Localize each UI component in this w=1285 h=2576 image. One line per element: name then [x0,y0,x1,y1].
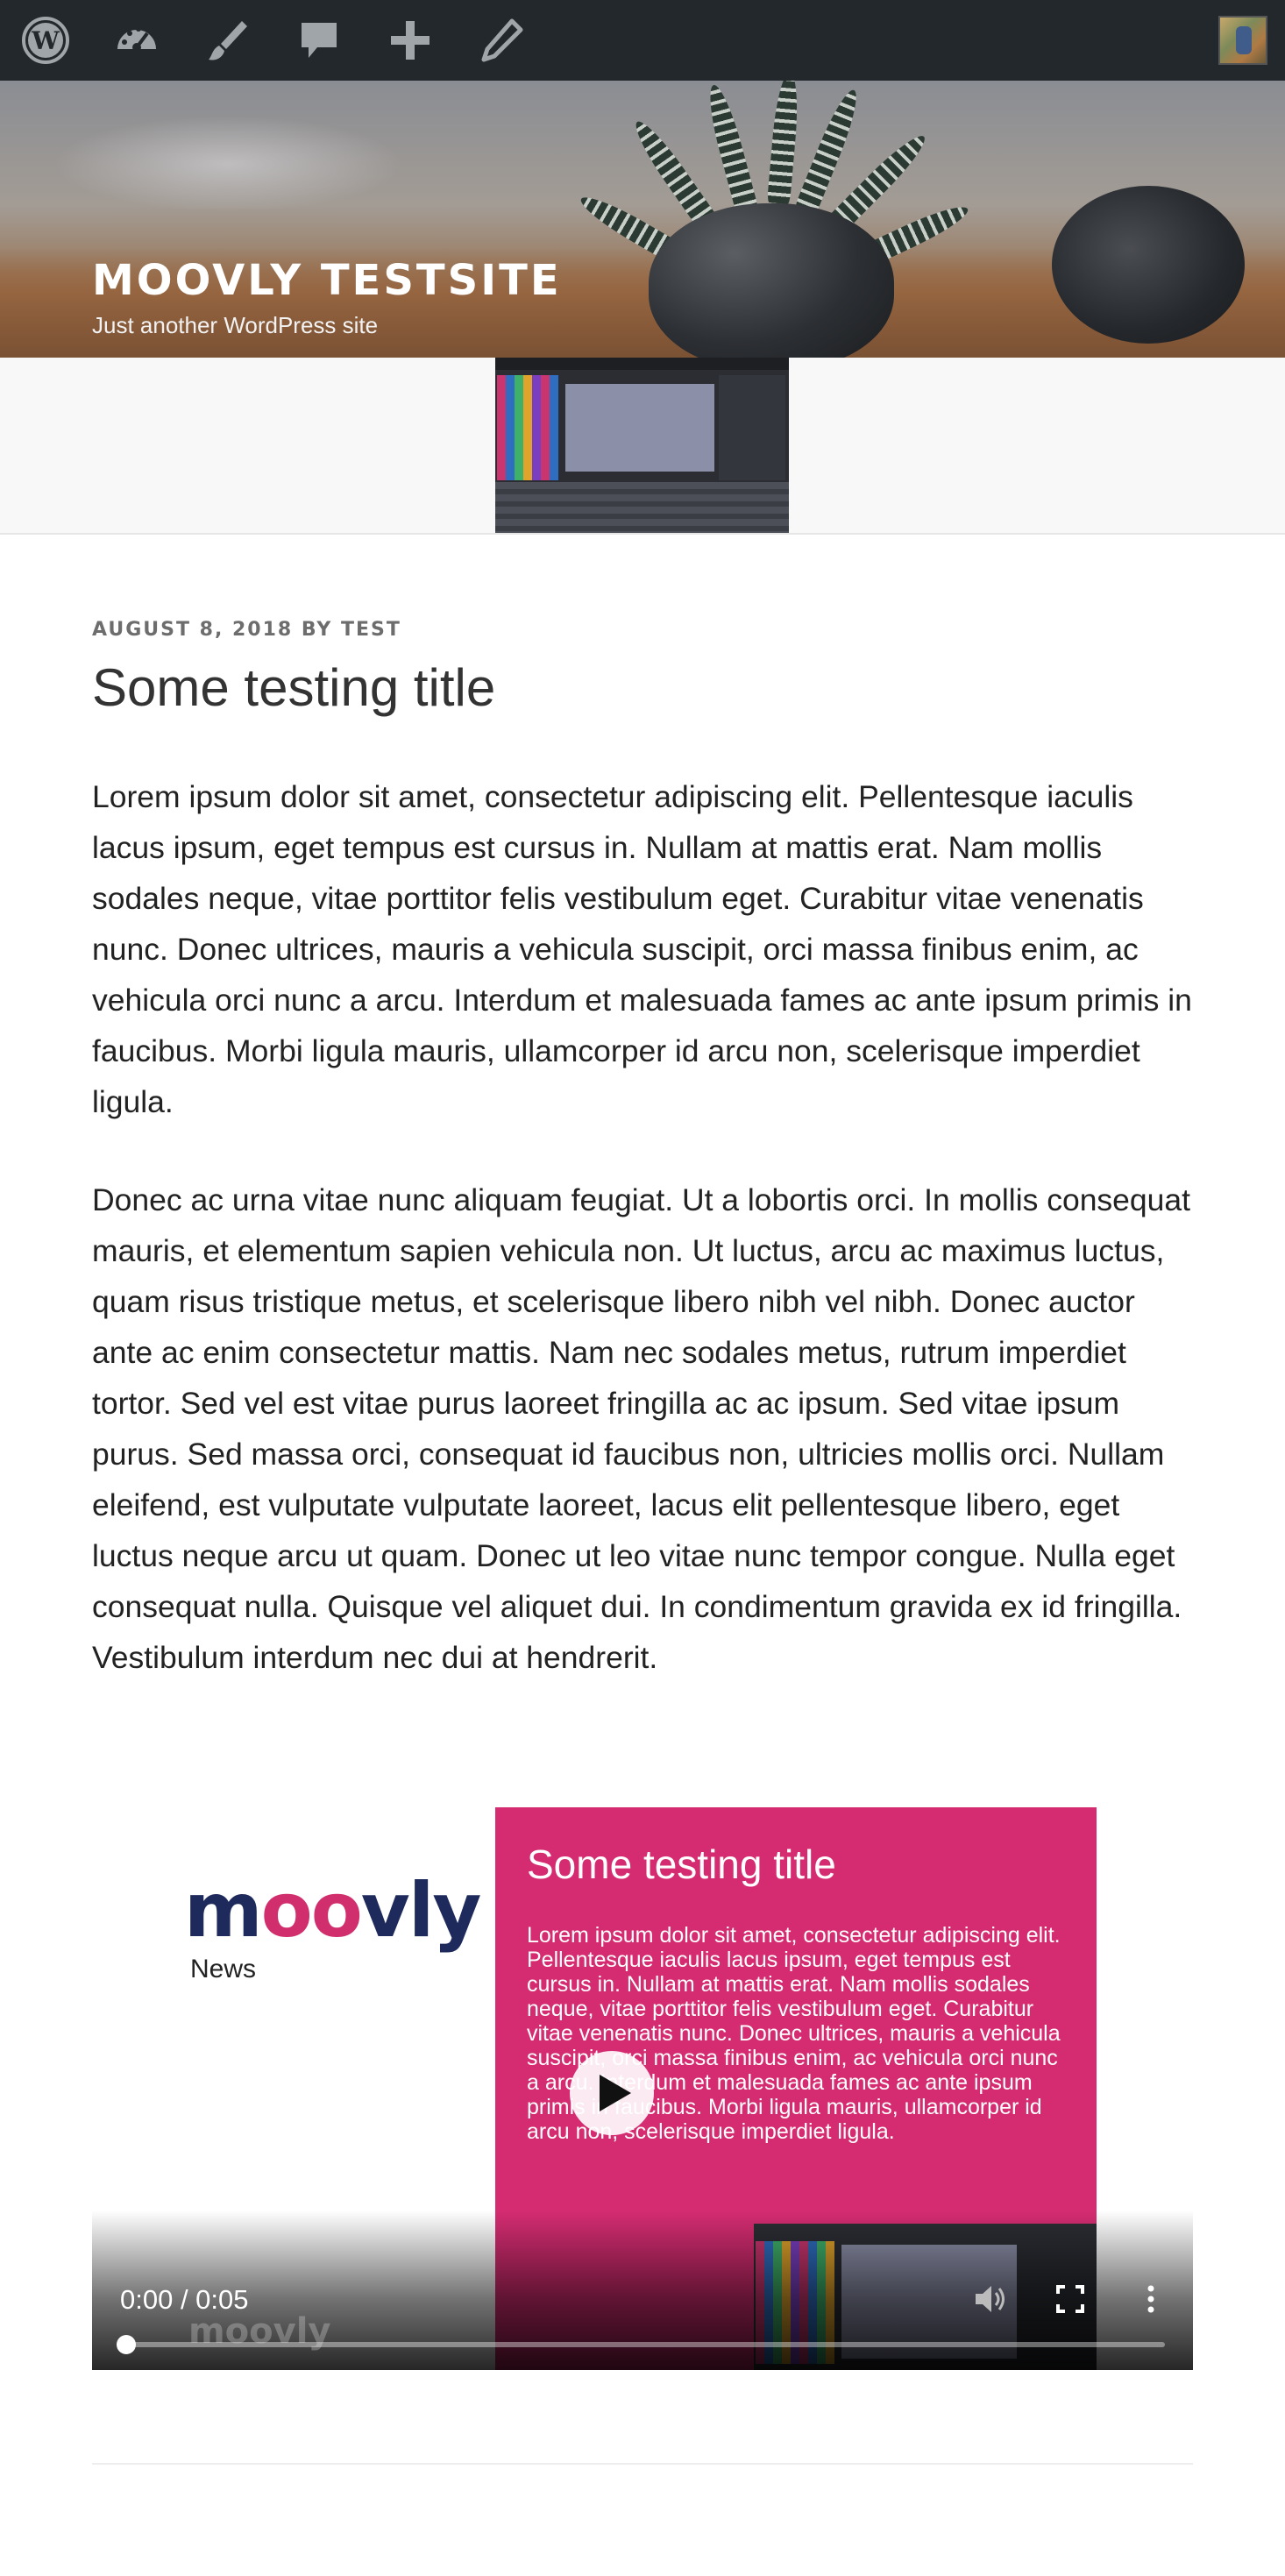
site-header: MOOVLY TESTSITE Just another WordPress s… [0,81,1285,358]
play-icon [600,2075,631,2111]
fullscreen-icon [1056,2285,1084,2313]
svg-text:W: W [31,26,60,55]
play-button[interactable] [570,2051,654,2135]
comments-button[interactable] [291,12,347,68]
featured-media [0,358,1285,535]
post-title: Some testing title [92,658,496,717]
featured-image-thumbnail[interactable] [495,358,789,533]
wordpress-logo-button[interactable]: W [18,12,74,68]
volume-button[interactable] [969,2278,1011,2320]
fullscreen-button[interactable] [1049,2278,1091,2320]
edit-post-button[interactable] [473,12,529,68]
header-image-pot-secondary [1052,186,1245,344]
video-progress-handle[interactable] [117,2335,136,2354]
moovly-logo: moovly [184,1867,481,1955]
edit-pencil-icon [481,18,523,62]
video-player[interactable]: moovly News Some testing title Lorem ips… [92,1807,1193,2370]
more-options-button[interactable] [1130,2278,1172,2320]
post-paragraph: Lorem ipsum dolor sit amet, consectetur … [92,779,1192,1119]
more-options-icon [1147,2285,1154,2313]
add-new-button[interactable] [382,12,438,68]
post-meta[interactable]: AUGUST 8, 2018 BY TEST [92,619,401,641]
post-divider [92,2463,1193,2465]
volume-icon [976,2286,1005,2312]
post-paragraph: Donec ac urna vitae nunc aliquam feugiat… [92,1182,1191,1675]
site-description: Just another WordPress site [92,312,379,338]
comments-icon [302,23,337,58]
user-avatar[interactable] [1218,16,1267,65]
site-title[interactable]: MOOVLY TESTSITE [92,256,562,305]
logo-subtitle: News [190,1955,257,1983]
header-image-blur [53,116,403,212]
admin-bar: W [0,0,1285,81]
dashboard-icon [117,26,156,52]
video-time: 0:00 / 0:05 [120,2284,249,2315]
dashboard-button[interactable] [109,12,165,68]
customize-brush-icon [209,21,247,60]
customize-button[interactable] [200,12,256,68]
video-slide-title: Some testing title [527,1842,836,1887]
header-image-pot [649,203,894,358]
add-new-icon [391,21,430,60]
wordpress-icon: W [22,17,69,64]
video-progress-bar[interactable] [117,2335,1165,2354]
plant-leaf [702,82,759,216]
plant-leaf [767,81,802,205]
